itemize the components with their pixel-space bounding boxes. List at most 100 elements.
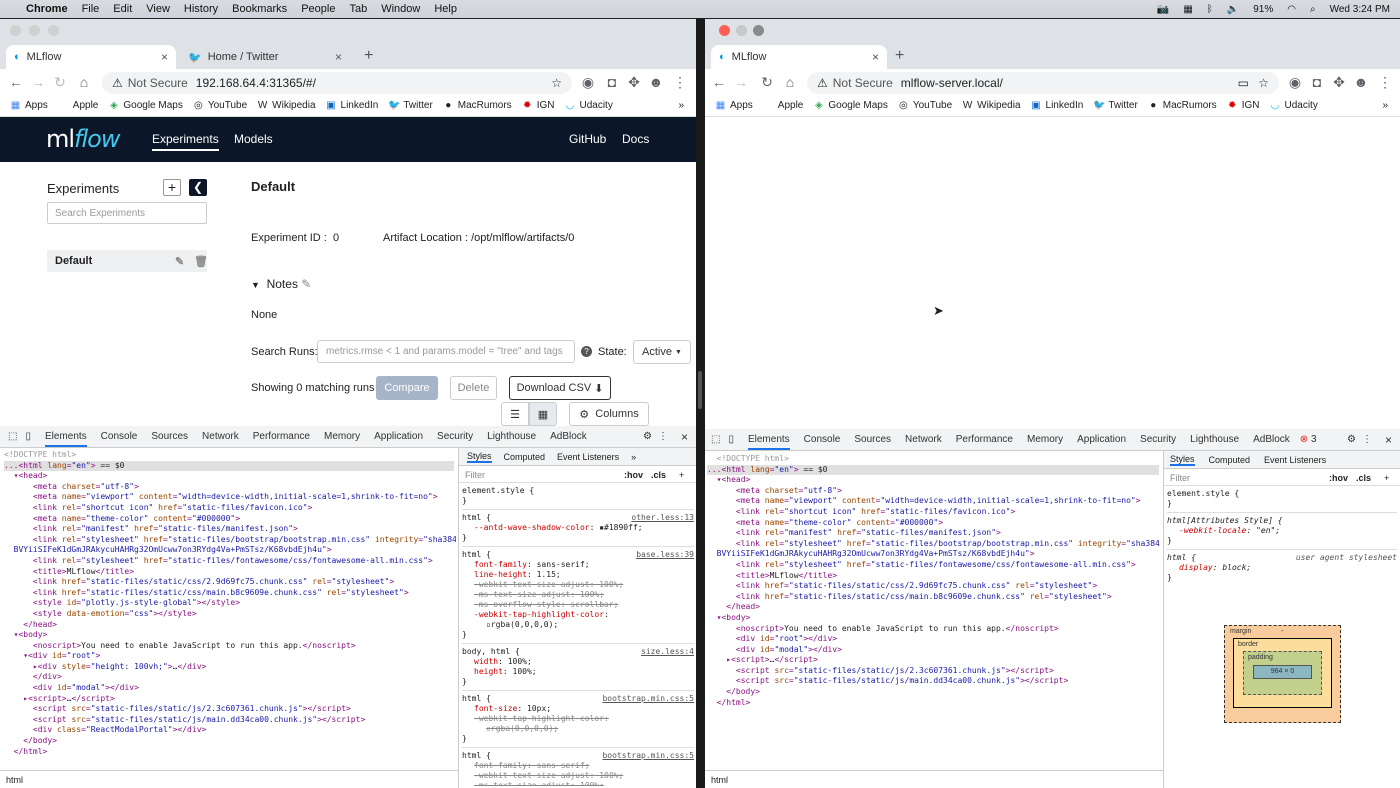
help-icon[interactable]: ? [581, 346, 592, 357]
menu-people[interactable]: People [301, 3, 335, 15]
home-icon[interactable]: ⌂ [74, 72, 94, 92]
forward-icon[interactable]: → [731, 72, 751, 92]
collapse-sidebar-button[interactable]: ❮ [189, 179, 207, 196]
divider-handle[interactable] [698, 371, 702, 409]
bookmark-linkedin[interactable]: ▣ LinkedIn [326, 100, 378, 111]
more-bookmarks-icon[interactable]: » [1382, 100, 1388, 111]
menu-view[interactable]: View [146, 3, 170, 15]
zoom-window-dot[interactable] [753, 25, 764, 36]
breadcrumb[interactable]: html [0, 770, 458, 788]
tab-adblock[interactable]: AdBlock [1253, 434, 1290, 445]
styles-pane[interactable]: element.style {} html[Attributes Style] … [1167, 489, 1397, 609]
tab-console[interactable]: Console [804, 434, 841, 445]
tab-security[interactable]: Security [1140, 434, 1176, 445]
bookmark-apple[interactable]: Apple [58, 100, 99, 111]
bookmark-google-maps[interactable]: ◈ Google Maps [813, 100, 888, 111]
bookmark-youtube[interactable]: ◎ YouTube [193, 100, 247, 111]
nav-experiments[interactable]: Experiments [152, 132, 219, 151]
experiment-list-item[interactable]: Default ✎ 🗑 [47, 250, 208, 272]
bookmark-apple[interactable]: Apple [763, 100, 804, 111]
dom-tree[interactable]: <!DOCTYPE html> ...<html lang="en"> == $… [4, 450, 456, 770]
tab-sources[interactable]: Sources [854, 434, 891, 445]
columns-button[interactable]: ⚙ Columns [569, 402, 649, 426]
tab-styles[interactable]: Styles [467, 451, 492, 463]
address-bar[interactable]: ⚠ Not Secure 192.168.64.4:31365/#/ ☆ [102, 72, 572, 94]
menu-help[interactable]: Help [434, 3, 457, 15]
breadcrumb[interactable]: html [705, 770, 1163, 788]
forward-icon[interactable]: → [28, 72, 48, 92]
back-icon[interactable]: ← [709, 72, 729, 92]
camera-icon[interactable]: 📷 [1157, 4, 1169, 15]
tab-mlflow[interactable]: ◐ MLflow × [6, 45, 176, 69]
tab-memory[interactable]: Memory [324, 431, 360, 442]
close-tab-icon[interactable]: × [161, 50, 168, 64]
home-icon[interactable]: ⌂ [780, 72, 800, 92]
kebab-menu-icon[interactable]: ⋮ [670, 72, 690, 92]
styles-pane[interactable]: element.style {} html {other.less:13 --an… [462, 486, 694, 786]
menu-history[interactable]: History [184, 3, 218, 15]
add-rule-icon[interactable]: + [679, 470, 684, 480]
more-tabs-icon[interactable]: » [631, 452, 636, 462]
bookmark-macrumors[interactable]: ● MacRumors [443, 100, 511, 111]
bookmark-star-icon[interactable]: ☆ [1258, 76, 1269, 90]
kebab-menu-icon[interactable]: ⋮ [1375, 72, 1395, 92]
tab-computed[interactable]: Computed [1209, 455, 1251, 465]
docker-icon[interactable]: ▦ [1183, 4, 1192, 15]
bluetooth-icon[interactable]: ᛒ [1207, 4, 1213, 15]
device-icon[interactable]: ▯ [728, 434, 734, 445]
bookmark-ign[interactable]: ✹ IGN [1227, 100, 1259, 111]
tab-network[interactable]: Network [905, 434, 942, 445]
tab-application[interactable]: Application [374, 431, 423, 442]
edit-notes-icon[interactable]: ✎ [301, 277, 311, 291]
trash-icon[interactable]: 🗑 [194, 255, 208, 268]
bookmark-twitter[interactable]: 🐦 Twitter [1093, 100, 1137, 111]
tab-security[interactable]: Security [437, 431, 473, 442]
delete-button[interactable]: Delete [450, 376, 497, 400]
address-bar[interactable]: ⚠ Not Secure mlflow-server.local/ ▭ ☆ [807, 72, 1279, 94]
clock[interactable]: Wed 3:24 PM [1330, 4, 1390, 15]
menu-window[interactable]: Window [381, 3, 420, 15]
kebab-menu-icon[interactable]: ⋮ [658, 431, 668, 442]
close-window-dot[interactable] [719, 25, 730, 36]
screenshot-icon[interactable]: ◘ [1307, 72, 1327, 92]
close-window-dot[interactable] [10, 25, 21, 36]
tab-lighthouse[interactable]: Lighthouse [1190, 434, 1239, 445]
search-runs-input[interactable]: metrics.rmse < 1 and params.model = "tre… [317, 340, 575, 363]
puzzle-icon[interactable]: ✥ [624, 72, 644, 92]
back-icon[interactable]: ← [6, 72, 26, 92]
reload-icon[interactable]: ↻ [50, 72, 70, 92]
close-tab-icon[interactable]: × [872, 50, 879, 64]
bookmark-wikipedia[interactable]: W Wikipedia [257, 100, 316, 111]
bookmark-apps[interactable]: ▦ Apps [715, 100, 753, 111]
avatar[interactable]: ☻ [646, 72, 666, 92]
styles-filter[interactable]: Filter:hov .cls + [459, 467, 696, 483]
cast-icon[interactable]: ▭ [1238, 76, 1249, 90]
state-dropdown[interactable]: Active ▼ [633, 340, 691, 364]
close-icon[interactable]: × [1385, 433, 1392, 447]
tab-application[interactable]: Application [1077, 434, 1126, 445]
device-icon[interactable]: ▯ [25, 431, 31, 442]
tab-computed[interactable]: Computed [504, 452, 546, 462]
download-csv-button[interactable]: Download CSV ⬇ [509, 376, 611, 400]
inspect-icon[interactable]: ⬚ [711, 434, 720, 445]
tab-adblock[interactable]: AdBlock [550, 431, 587, 442]
tab-console[interactable]: Console [101, 431, 138, 442]
styles-filter[interactable]: Filter:hov .cls + [1164, 470, 1400, 486]
dom-tree[interactable]: <!DOCTYPE html> ...<html lang="en"> == $… [707, 454, 1161, 764]
bookmark-linkedin[interactable]: ▣ LinkedIn [1031, 100, 1083, 111]
new-tab-icon[interactable]: + [364, 47, 373, 65]
tab-network[interactable]: Network [202, 431, 239, 442]
avatar[interactable]: ☻ [1351, 72, 1371, 92]
tab-elements[interactable]: Elements [747, 434, 790, 450]
list-view-button[interactable]: ☰ [501, 402, 529, 426]
extension-icon[interactable]: ◉ [578, 72, 598, 92]
bookmark-macrumors[interactable]: ● MacRumors [1148, 100, 1216, 111]
tab-memory[interactable]: Memory [1027, 434, 1063, 445]
compare-button[interactable]: Compare [376, 376, 438, 400]
bookmark-youtube[interactable]: ◎ YouTube [898, 100, 952, 111]
inspect-icon[interactable]: ⬚ [8, 431, 17, 442]
tab-event-listeners[interactable]: Event Listeners [557, 452, 619, 462]
tab-event-listeners[interactable]: Event Listeners [1264, 455, 1326, 465]
tab-mlflow[interactable]: ◐ MLflow × [711, 45, 887, 69]
tab-performance[interactable]: Performance [956, 434, 1013, 445]
